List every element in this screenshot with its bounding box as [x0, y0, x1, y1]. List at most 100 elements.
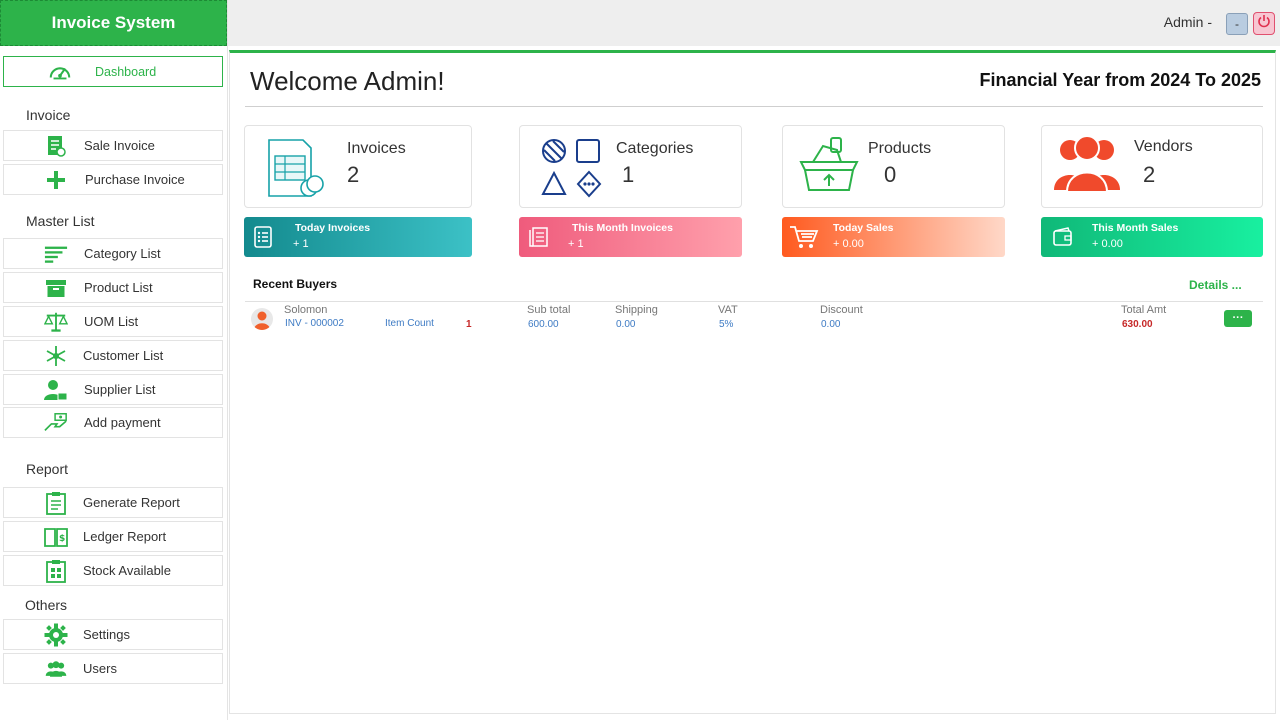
gear-icon [44, 623, 68, 647]
plus-icon [44, 168, 68, 192]
balance-scale-icon [44, 310, 68, 334]
sidebar-item-label: Add payment [84, 415, 161, 430]
card-title: Products [868, 140, 932, 157]
calculator-clipboard-icon [44, 559, 68, 583]
user-menu[interactable]: Admin - [1164, 14, 1212, 30]
stat-value: + 0.00 [1092, 238, 1123, 250]
hand-money-icon [44, 411, 68, 435]
stat-title: Today Sales [833, 222, 894, 234]
sidebar-item-label: Category List [84, 246, 161, 261]
open-book-icon: $ [44, 525, 68, 549]
minimize-button[interactable]: - [1226, 13, 1248, 35]
stat-value: + 1 [568, 238, 584, 250]
network-icon [44, 344, 68, 368]
card-products[interactable]: Products 0 [782, 125, 1005, 208]
sidebar-item-ledger-report[interactable]: $ Ledger Report [3, 521, 223, 552]
lines-icon [44, 242, 68, 266]
vat-value: 5% [719, 319, 734, 330]
sidebar-item-label: UOM List [84, 314, 139, 329]
archive-box-icon [44, 276, 68, 300]
section-title: Recent Buyers [253, 277, 338, 291]
sidebar-item-label: Settings [83, 627, 130, 642]
power-button[interactable] [1253, 12, 1275, 35]
card-title: Categories [616, 140, 694, 157]
subtotal-value: 600.00 [528, 319, 559, 330]
item-count: 1 [466, 319, 472, 330]
cart-icon [789, 224, 819, 255]
shipping-label: Shipping [615, 304, 658, 316]
section-master-list: Master List [26, 213, 95, 229]
basket-icon [797, 134, 861, 201]
app-title: Invoice System [0, 0, 227, 46]
users-icon [44, 657, 68, 681]
invoice-sheet-icon [265, 138, 327, 205]
discount-value: 0.00 [821, 319, 841, 330]
sidebar-item-sale-invoice[interactable]: Sale Invoice [3, 130, 223, 161]
financial-year: Financial Year from 2024 To 2025 [979, 70, 1261, 90]
sidebar-item-label: Customer List [83, 348, 164, 363]
sidebar-item-label: Ledger Report [83, 529, 167, 544]
sidebar-item-dashboard[interactable]: Dashboard [3, 56, 223, 87]
sidebar: Invoice System Dashboard Invoice Sale In… [0, 0, 228, 720]
stat-today-invoices[interactable]: Today Invoices + 1 [244, 217, 472, 257]
stat-month-invoices[interactable]: This Month Invoices + 1 [519, 217, 742, 257]
shipping-value: 0.00 [616, 319, 636, 330]
sidebar-item-add-payment[interactable]: Add payment [3, 407, 223, 438]
receipt-icon [528, 226, 550, 253]
power-icon [1257, 14, 1271, 33]
card-value: 2 [1143, 162, 1156, 187]
sidebar-item-category-list[interactable]: Category List [3, 238, 223, 269]
item-count-label: Item Count [385, 318, 434, 329]
details-link[interactable]: Details ... [1189, 278, 1242, 292]
card-categories[interactable]: Categories 1 [519, 125, 742, 208]
sidebar-item-customer-list[interactable]: Customer List [3, 340, 223, 371]
divider [245, 106, 1263, 107]
section-others: Others [25, 597, 68, 613]
total-value: 630.00 [1122, 319, 1153, 330]
card-vendors[interactable]: Vendors 2 [1041, 125, 1263, 208]
sidebar-item-label: Generate Report [83, 495, 180, 510]
invoice-doc-icon [44, 134, 68, 158]
card-title: Vendors [1134, 138, 1193, 155]
sidebar-item-label: Product List [84, 280, 153, 295]
invoice-number[interactable]: INV - 000002 [285, 318, 344, 329]
stat-title: This Month Invoices [572, 222, 673, 234]
sidebar-item-supplier-list[interactable]: Supplier List [3, 374, 223, 405]
stat-title: Today Invoices [295, 222, 371, 234]
sidebar-item-settings[interactable]: Settings [3, 619, 223, 650]
group-users-icon [1052, 134, 1122, 199]
shapes-icon [540, 138, 602, 203]
speedometer-icon [48, 60, 72, 84]
total-label: Total Amt [1121, 304, 1167, 316]
sidebar-item-label: Purchase Invoice [85, 172, 185, 187]
sidebar-item-label: Supplier List [84, 382, 156, 397]
stat-month-sales[interactable]: This Month Sales + 0.00 [1041, 217, 1263, 257]
user-card-icon [44, 378, 68, 402]
sidebar-item-product-list[interactable]: Product List [3, 272, 223, 303]
sidebar-item-stock-available[interactable]: Stock Available [3, 555, 223, 586]
card-value: 2 [347, 162, 360, 187]
wallet-icon [1052, 226, 1074, 253]
stat-value: + 0.00 [833, 238, 864, 250]
card-invoices[interactable]: Invoices 2 [244, 125, 472, 208]
sidebar-item-uom-list[interactable]: UOM List [3, 306, 223, 337]
card-value: 0 [884, 162, 897, 187]
svg-text:$: $ [59, 534, 65, 544]
sidebar-item-label: Dashboard [95, 64, 157, 79]
card-title: Invoices [347, 140, 406, 157]
sidebar-item-users[interactable]: Users [3, 653, 223, 684]
sidebar-item-purchase-invoice[interactable]: Purchase Invoice [3, 164, 223, 195]
divider [245, 301, 1263, 302]
sidebar-item-generate-report[interactable]: Generate Report [3, 487, 223, 518]
buyer-name: Solomon [284, 304, 328, 316]
section-report: Report [26, 461, 69, 477]
sidebar-item-label: Sale Invoice [84, 138, 155, 153]
section-invoice: Invoice [26, 107, 71, 123]
sidebar-item-label: Stock Available [83, 563, 171, 578]
card-value: 1 [622, 162, 635, 187]
list-doc-icon [253, 226, 273, 253]
sidebar-item-label: Users [83, 661, 117, 676]
stat-title: This Month Sales [1092, 222, 1179, 234]
more-options-button[interactable]: ··· [1224, 310, 1252, 327]
stat-today-sales[interactable]: Today Sales + 0.00 [782, 217, 1005, 257]
